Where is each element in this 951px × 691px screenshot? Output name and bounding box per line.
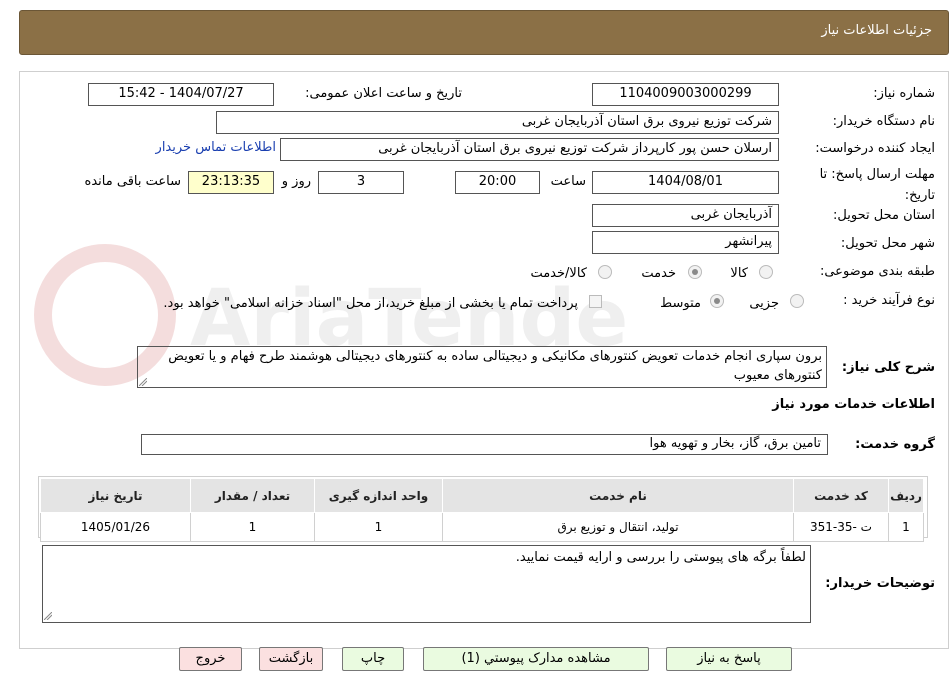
table-header-row: ردیف کد خدمت نام خدمت واحد اندازه گیری ت… [40, 478, 924, 513]
treasury-checkbox[interactable] [589, 295, 602, 308]
back-button[interactable]: بازگشت [259, 647, 323, 671]
buyer-org-label: نام دستگاه خریدار: [832, 114, 935, 129]
process-minor-label: جزیی [749, 296, 779, 311]
need-number-field: 1104009003000299 [592, 83, 779, 106]
category-service-radio[interactable] [688, 265, 702, 279]
cell-qty: 1 [190, 512, 315, 542]
cell-row: 1 [888, 512, 924, 542]
category-goods-service-label: کالا/خدمت [530, 266, 587, 281]
days-field: 3 [318, 171, 404, 194]
services-table: ردیف کد خدمت نام خدمت واحد اندازه گیری ت… [40, 478, 924, 542]
deadline-time-label: ساعت [550, 174, 586, 189]
days-label: روز و [281, 174, 311, 189]
province-label: استان محل تحویل: [833, 208, 935, 223]
category-goods-label: کالا [730, 266, 748, 281]
category-service-label: خدمت [641, 266, 676, 281]
deadline-time-field: 20:00 [455, 171, 540, 194]
resize-handle-icon[interactable] [44, 612, 52, 620]
table-row: 1 ت -35-351 تولید، انتقال و توزیع برق 1 … [40, 512, 924, 542]
page-header: جزئیات اطلاعات نیاز [19, 10, 949, 55]
buyer-org-field: شرکت توزیع نیروی برق استان آذربایجان غرب… [216, 111, 779, 134]
service-group-label: گروه خدمت: [855, 437, 935, 452]
cell-name: تولید، انتقال و توزیع برق [442, 512, 794, 542]
col-name-header: نام خدمت [442, 478, 794, 513]
page-title: جزئیات اطلاعات نیاز [821, 23, 932, 38]
category-goods-service-radio[interactable] [598, 265, 612, 279]
cell-date: 1405/01/26 [40, 512, 191, 542]
remaining-label: ساعت باقی مانده [84, 174, 181, 189]
city-field: پیرانشهر [592, 231, 779, 254]
summary-textarea: برون سپاری انجام خدمات تعویض کنتورهای مک… [137, 346, 827, 388]
contact-info-link[interactable]: اطلاعات تماس خریدار [156, 140, 276, 155]
province-field: آذربایجان غربی [592, 204, 779, 227]
services-section-title: اطلاعات خدمات مورد نیاز [772, 397, 935, 412]
col-qty-header: تعداد / مقدار [190, 478, 315, 513]
city-label: شهر محل تحویل: [840, 236, 935, 251]
buyer-notes-textarea: لطفاً برگه های پیوستی را بررسی و ارایه ق… [42, 545, 811, 623]
process-minor-radio[interactable] [790, 294, 804, 308]
resize-handle-icon[interactable] [139, 378, 147, 386]
process-medium-radio[interactable] [710, 294, 724, 308]
service-group-field: تامین برق، گاز، بخار و تهویه هوا [141, 434, 828, 455]
creator-label: ایجاد کننده درخواست: [815, 141, 935, 156]
remaining-time-field: 23:13:35 [188, 171, 274, 194]
exit-button[interactable]: خروج [179, 647, 242, 671]
announce-label: تاریخ و ساعت اعلان عمومی: [305, 86, 462, 101]
col-unit-header: واحد اندازه گیری [314, 478, 443, 513]
cell-code: ت -35-351 [793, 512, 889, 542]
col-date-header: تاریخ نیاز [40, 478, 191, 513]
buyer-notes-label: توضیحات خریدار: [825, 576, 935, 591]
announce-field: 1404/07/27 - 15:42 [88, 83, 274, 106]
creator-field: ارسلان حسن پور کارپرداز شرکت توزیع نیروی… [280, 138, 779, 161]
deadline-date-field: 1404/08/01 [592, 171, 779, 194]
category-goods-radio[interactable] [759, 265, 773, 279]
summary-label: شرح کلی نیاز: [841, 360, 935, 375]
reply-button[interactable]: پاسخ به نیاز [666, 647, 792, 671]
view-attachments-button[interactable]: مشاهده مدارک پیوستي (1) [423, 647, 649, 671]
process-medium-label: متوسط [660, 296, 701, 311]
col-row-header: ردیف [888, 478, 924, 513]
cell-unit: 1 [314, 512, 443, 542]
deadline-label: مهلت ارسال پاسخ: تا تاریخ: [819, 167, 935, 203]
category-label: طبقه بندی موضوعی: [819, 264, 935, 279]
col-code-header: کد خدمت [793, 478, 889, 513]
need-number-label: شماره نیاز: [873, 86, 935, 101]
payment-note: پرداخت تمام یا بخشی از مبلغ خرید،از محل … [163, 296, 578, 311]
print-button[interactable]: چاپ [342, 647, 404, 671]
process-label: نوع فرآیند خرید : [843, 293, 935, 308]
